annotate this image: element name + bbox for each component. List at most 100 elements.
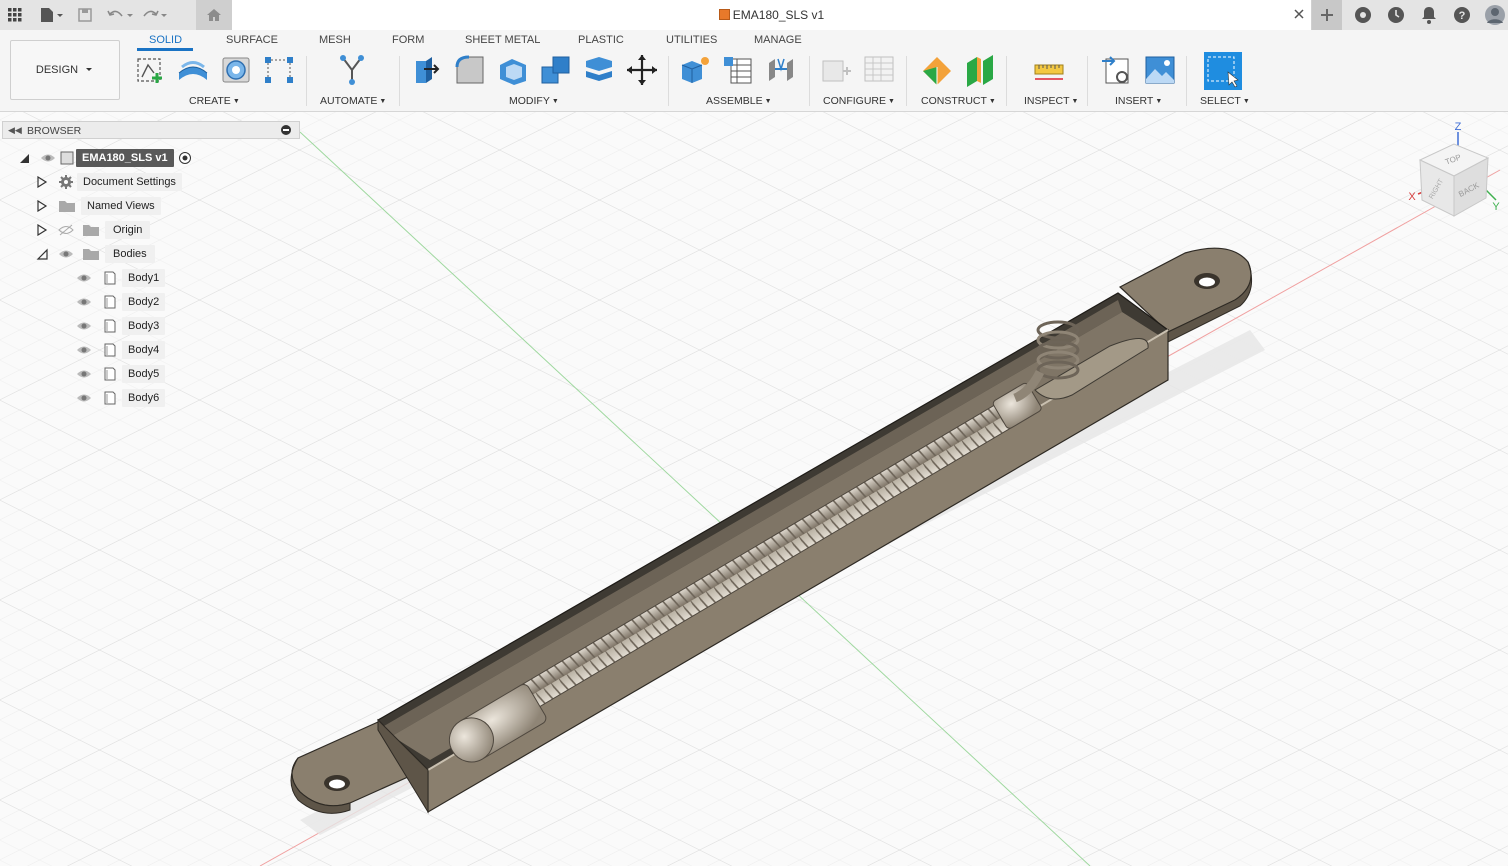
configuration-table-icon[interactable]: [862, 53, 896, 87]
canvas-viewport[interactable]: [0, 112, 1508, 866]
document-tab[interactable]: EMA180_SLS v1: [232, 0, 1312, 30]
tree-item-body[interactable]: Body2: [76, 292, 166, 312]
x-axis-label: X: [1408, 191, 1416, 203]
tab-form[interactable]: FORM: [392, 34, 424, 46]
tree-item-bodies[interactable]: Bodies: [36, 244, 155, 264]
visibility-eye-icon[interactable]: [76, 392, 92, 404]
combine-icon[interactable]: [539, 53, 573, 87]
app-grid-icon[interactable]: [3, 3, 27, 27]
tab-surface[interactable]: SURFACE: [226, 34, 278, 46]
help-icon[interactable]: ?: [1445, 0, 1478, 30]
tab-plastic[interactable]: PLASTIC: [578, 34, 624, 46]
tab-utilities[interactable]: UTILITIES: [666, 34, 717, 46]
body-icon: [104, 391, 116, 405]
body-icon: [104, 367, 116, 381]
visibility-eye-icon[interactable]: [76, 320, 92, 332]
tree-item-named-views[interactable]: Named Views: [36, 196, 161, 216]
z-axis-label: Z: [1455, 121, 1462, 133]
move-copy-icon[interactable]: [625, 53, 659, 87]
workspace-switcher[interactable]: DESIGN: [10, 40, 120, 100]
automate-icon[interactable]: [335, 53, 369, 87]
design-file-icon: [718, 9, 730, 20]
folder-icon: [83, 225, 99, 236]
file-menu-icon[interactable]: [37, 3, 67, 27]
tree-item-label: Document Settings: [77, 173, 182, 191]
tree-item-body[interactable]: Body1: [76, 268, 166, 288]
save-icon[interactable]: [73, 3, 97, 27]
tab-sheet-metal[interactable]: SHEET METAL: [465, 34, 540, 46]
visibility-eye-icon[interactable]: [76, 368, 92, 380]
tree-item-origin[interactable]: Origin: [36, 220, 151, 240]
group-configure[interactable]: CONFIGURE ▼: [823, 95, 895, 107]
new-component-icon[interactable]: [678, 53, 712, 87]
shell-icon[interactable]: [496, 53, 530, 87]
fillet-icon[interactable]: [453, 53, 487, 87]
minimize-panel-icon[interactable]: [281, 125, 291, 135]
tab-solid[interactable]: SOLID: [149, 34, 182, 46]
folder-icon: [59, 201, 75, 212]
select-tool-icon[interactable]: [1204, 52, 1242, 90]
tree-root[interactable]: EMA180_SLS v1: [18, 148, 192, 168]
offset-plane-icon[interactable]: [920, 53, 954, 87]
user-avatar-icon[interactable]: [1478, 0, 1508, 30]
group-modify[interactable]: MODIFY ▼: [509, 95, 559, 107]
revolve-icon[interactable]: [219, 53, 253, 87]
tab-mesh[interactable]: MESH: [319, 34, 351, 46]
visibility-eye-icon[interactable]: [76, 272, 92, 284]
joint-icon[interactable]: [721, 53, 755, 87]
configure-icon[interactable]: [819, 53, 853, 87]
body-icon: [104, 271, 116, 285]
undo-icon[interactable]: [105, 3, 135, 27]
extensions-icon[interactable]: [1346, 0, 1379, 30]
group-construct[interactable]: CONSTRUCT ▼: [921, 95, 996, 107]
expand-triangle-icon[interactable]: [36, 224, 48, 236]
redo-icon[interactable]: [139, 3, 169, 27]
measure-icon[interactable]: [1032, 53, 1066, 87]
browser-panel-header[interactable]: ◀◀ BROWSER: [2, 121, 300, 139]
group-inspect[interactable]: INSPECT ▼: [1024, 95, 1078, 107]
tree-item-body[interactable]: Body6: [76, 388, 166, 408]
tree-item-label: Body5: [122, 365, 166, 383]
collapse-triangle-icon[interactable]: [18, 152, 30, 164]
midplane-icon[interactable]: [963, 53, 997, 87]
expand-triangle-icon[interactable]: [36, 176, 48, 188]
dropdown-arrow-icon: [86, 68, 93, 71]
insert-canvas-icon[interactable]: [1143, 53, 1177, 87]
group-create[interactable]: CREATE ▼: [189, 95, 240, 107]
expand-triangle-icon[interactable]: [36, 200, 48, 212]
collapse-panel-icon[interactable]: ◀◀: [8, 125, 22, 136]
tree-item-body[interactable]: Body3: [76, 316, 166, 336]
as-built-joint-icon[interactable]: [764, 53, 798, 87]
tree-item-document-settings[interactable]: Document Settings: [36, 172, 182, 192]
construct-pattern-icon[interactable]: [262, 53, 296, 87]
tree-item-body[interactable]: Body5: [76, 364, 166, 384]
press-pull-icon[interactable]: [410, 53, 444, 87]
view-cube[interactable]: TOP RIGHT BACK Z X Y: [1400, 118, 1508, 218]
create-sketch-icon[interactable]: [133, 53, 167, 87]
visibility-eye-icon[interactable]: [76, 296, 92, 308]
visibility-eye-icon[interactable]: [40, 152, 56, 164]
split-body-icon[interactable]: [582, 53, 616, 87]
hidden-eye-icon[interactable]: [58, 224, 74, 236]
job-status-icon[interactable]: [1379, 0, 1412, 30]
notifications-icon[interactable]: [1412, 0, 1445, 30]
model-scene[interactable]: [0, 112, 1508, 866]
extrude-icon[interactable]: [176, 53, 210, 87]
insert-derive-icon[interactable]: [1100, 53, 1134, 87]
new-tab-icon[interactable]: [1312, 0, 1342, 30]
tab-manage[interactable]: MANAGE: [754, 34, 802, 46]
tree-item-body[interactable]: Body4: [76, 340, 166, 360]
browser-title: BROWSER: [27, 125, 82, 137]
group-select[interactable]: SELECT ▼: [1200, 95, 1250, 107]
collapse-triangle-icon[interactable]: [36, 248, 48, 260]
group-assemble[interactable]: ASSEMBLE ▼: [706, 95, 772, 107]
close-tab-icon[interactable]: [1291, 6, 1307, 22]
ground-grid-major: [0, 112, 1508, 866]
visibility-eye-icon[interactable]: [58, 248, 74, 260]
visibility-eye-icon[interactable]: [76, 344, 92, 356]
y-axis-indicator: [1485, 189, 1497, 201]
activate-radio-icon[interactable]: [178, 151, 192, 165]
group-insert[interactable]: INSERT ▼: [1115, 95, 1162, 107]
home-icon[interactable]: [196, 0, 232, 30]
group-automate[interactable]: AUTOMATE ▼: [320, 95, 386, 107]
